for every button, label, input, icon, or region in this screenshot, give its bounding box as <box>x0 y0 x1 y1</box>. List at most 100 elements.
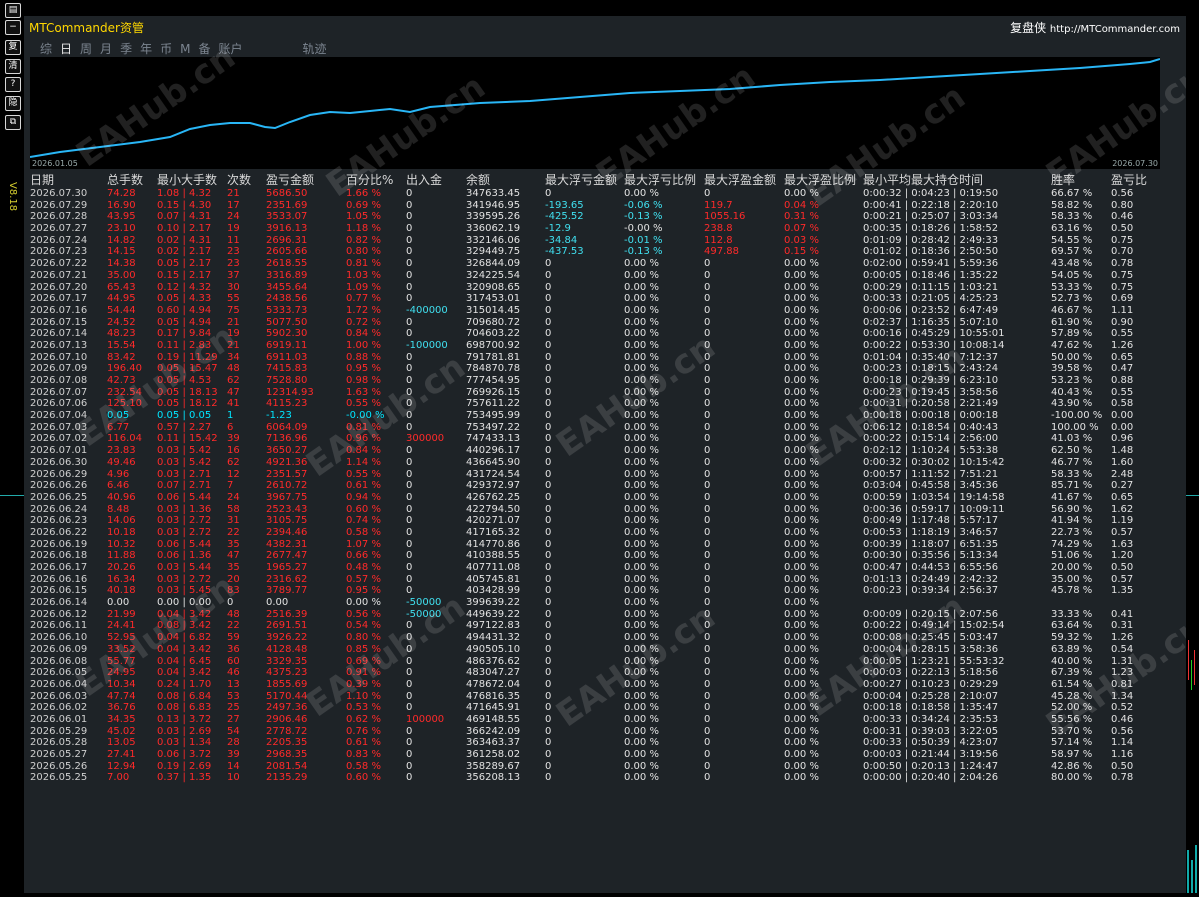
column-header[interactable]: 最大浮盈金额 <box>704 173 776 188</box>
table-row[interactable]: 2026.06.01 34.35 0.13 | 3.72 27 2906.46 0.62 … <box>30 714 1180 726</box>
column-header[interactable]: 余额 <box>466 173 490 188</box>
table-row[interactable]: 2026.07.06 125.10 0.05 | 18.12 41 4115.23 0.5… <box>30 398 1180 410</box>
table-row[interactable]: 2026.07.13 15.54 0.11 | 2.83 21 6919.11 1.00 … <box>30 340 1180 352</box>
column-header[interactable]: 总手数 <box>107 173 143 188</box>
column-header[interactable]: 盈亏金额 <box>266 173 314 188</box>
tab-7[interactable]: M <box>180 42 190 56</box>
minimize-icon[interactable]: − <box>5 20 21 35</box>
table-row[interactable]: 2026.07.30 74.28 1.08 | 4.32 21 5686.50 1.66 … <box>30 188 1180 200</box>
table-cell: 46 <box>227 667 240 679</box>
table-row[interactable]: 2026.06.02 36.76 0.08 | 6.83 25 2497.36 0.53 … <box>30 702 1180 714</box>
table-row[interactable]: 2026.06.08 55.77 0.04 | 6.45 60 3329.35 0.69 … <box>30 656 1180 668</box>
table-cell: 0 <box>545 410 552 422</box>
table-row[interactable]: 2026.07.23 14.15 0.02 | 2.17 23 2605.66 0.80 … <box>30 246 1180 258</box>
column-header[interactable]: 盈亏比 <box>1111 173 1147 188</box>
column-header[interactable]: 最小平均最大持仓时间 <box>863 173 983 188</box>
table-cell: 0.00 % <box>784 526 819 538</box>
table-row[interactable]: 2026.06.10 52.95 0.04 | 6.82 59 3926.22 0.80 … <box>30 632 1180 644</box>
table-row[interactable]: 2026.06.30 49.46 0.03 | 5.42 62 4921.36 1.14 … <box>30 457 1180 469</box>
tab-1[interactable]: 日 <box>60 40 72 57</box>
table-row[interactable]: 2026.07.22 14.38 0.05 | 2.17 23 2618.55 0.81 … <box>30 258 1180 270</box>
tab-9[interactable]: 账户 <box>218 40 242 57</box>
table-cell: 1.72 % <box>346 304 381 316</box>
table-row[interactable]: 2026.06.22 10.18 0.03 | 2.72 22 2394.46 0.58 … <box>30 527 1180 539</box>
column-header[interactable]: 最大浮亏比例 <box>624 173 696 188</box>
table-row[interactable]: 2026.06.18 11.88 0.06 | 1.36 47 2677.47 0.66 … <box>30 550 1180 562</box>
table-row[interactable]: 2026.06.17 20.26 0.03 | 5.44 35 1965.27 0.48 … <box>30 562 1180 574</box>
table-row[interactable]: 2026.05.26 12.94 0.19 | 2.69 14 2081.54 0.58 … <box>30 761 1180 773</box>
table-row[interactable]: 2026.06.25 40.96 0.06 | 5.44 24 3967.75 0.94 … <box>30 492 1180 504</box>
table-row[interactable]: 2026.07.09 196.40 0.05 | 15.47 48 7415.83 0.9… <box>30 363 1180 375</box>
table-cell: 33.52 <box>107 643 136 655</box>
table-cell: 21 <box>227 188 240 199</box>
review-icon[interactable]: 复 <box>5 40 21 55</box>
table-row[interactable]: 2026.07.10 83.42 0.19 | 11.29 34 6911.03 0.88… <box>30 352 1180 364</box>
table-cell: 28 <box>227 737 240 749</box>
table-row[interactable]: 2026.07.04 0.05 0.05 | 0.05 1 -1.23 -0.00 % 0 7… <box>30 410 1180 422</box>
table-cell: 0 <box>545 725 552 737</box>
table-row[interactable]: 2026.06.24 8.48 0.03 | 1.36 58 2523.43 0.60 %… <box>30 504 1180 516</box>
tab-5[interactable]: 年 <box>140 40 152 57</box>
table-row[interactable]: 2026.06.03 47.74 0.08 | 6.84 53 5170.44 1.10 … <box>30 691 1180 703</box>
table-row[interactable]: 2026.07.20 65.43 0.12 | 4.32 30 3455.64 1.09 … <box>30 282 1180 294</box>
table-cell: 486376.62 <box>466 655 521 667</box>
table-cell: 0:00:05 | 1:23:21 | 55:53:32 <box>863 655 1005 667</box>
table-row[interactable]: 2026.06.12 21.99 0.04 | 3.42 48 2516.39 0.56 … <box>30 609 1180 621</box>
table-row[interactable]: 2026.06.15 40.18 0.03 | 5.45 83 3789.77 0.95 … <box>30 585 1180 597</box>
column-header[interactable]: 出入金 <box>406 173 442 188</box>
table-row[interactable]: 2026.07.02 116.04 0.11 | 15.42 39 7136.96 0.9… <box>30 433 1180 445</box>
table-icon[interactable]: ▤ <box>5 3 21 18</box>
table-cell: 1.20 <box>1111 550 1134 562</box>
table-row[interactable]: 2026.07.14 48.23 0.17 | 9.84 19 5902.30 0.84 … <box>30 328 1180 340</box>
help-icon[interactable]: ? <box>5 77 21 92</box>
table-row[interactable]: 2026.06.29 4.96 0.03 | 2.71 12 2351.57 0.55 %… <box>30 469 1180 481</box>
table-row[interactable]: 2026.07.28 43.95 0.07 | 4.31 24 3533.07 1.05 … <box>30 211 1180 223</box>
hide-icon[interactable]: 隐 <box>5 96 21 111</box>
table-cell: 0 <box>406 316 413 328</box>
clear-icon[interactable]: 清 <box>5 59 21 74</box>
brand-label[interactable]: 复盘侠 http://MTCommander.com <box>1010 19 1180 36</box>
column-header[interactable]: 最大浮亏金额 <box>545 173 617 188</box>
table-cell: 0.00 % <box>784 678 819 690</box>
tab-8[interactable]: 备 <box>198 40 210 57</box>
table-row[interactable]: 2026.06.14 0.00 0.00 | 0.00 0 0.00 0.00 % -500… <box>30 597 1180 609</box>
table-row[interactable]: 2026.06.19 10.32 0.06 | 5.44 35 4382.31 1.07 … <box>30 539 1180 551</box>
tab-2[interactable]: 周 <box>80 40 92 57</box>
table-row[interactable]: 2026.07.21 35.00 0.15 | 2.17 37 3316.89 1.03 … <box>30 270 1180 282</box>
tab-10[interactable]: 轨迹 <box>303 40 327 57</box>
column-header[interactable]: 最小大手数 <box>157 173 217 188</box>
table-row[interactable]: 2026.07.07 232.54 0.05 | 18.13 47 12314.93 1.… <box>30 387 1180 399</box>
table-row[interactable]: 2026.07.16 54.44 0.60 | 4.94 75 5333.73 1.72 … <box>30 305 1180 317</box>
table-row[interactable]: 2026.07.15 24.52 0.05 | 4.94 21 5077.50 0.72 … <box>30 317 1180 329</box>
tab-3[interactable]: 月 <box>100 40 112 57</box>
column-header[interactable]: 日期 <box>30 173 54 188</box>
table-row[interactable]: 2026.06.05 24.95 0.04 | 3.42 46 4375.23 0.91 … <box>30 667 1180 679</box>
table-row[interactable]: 2026.06.04 10.34 0.24 | 1.70 13 1855.69 0.39 … <box>30 679 1180 691</box>
column-header[interactable]: 次数 <box>227 173 251 188</box>
table-row[interactable]: 2026.05.29 45.02 0.03 | 2.69 54 2778.72 0.76 … <box>30 726 1180 738</box>
table-row[interactable]: 2026.05.27 27.41 0.06 | 3.72 39 2968.35 0.83 … <box>30 749 1180 761</box>
table-row[interactable]: 2026.07.27 23.10 0.10 | 2.17 19 3916.13 1.18 … <box>30 223 1180 235</box>
table-row[interactable]: 2026.07.03 6.77 0.57 | 2.27 6 6064.09 0.81 % 0… <box>30 422 1180 434</box>
column-header[interactable]: 百分比% <box>346 173 393 188</box>
table-row[interactable]: 2026.07.29 16.90 0.15 | 4.30 17 2351.69 0.69 … <box>30 200 1180 212</box>
table-row[interactable]: 2026.07.17 44.95 0.05 | 4.33 55 2438.56 0.77 … <box>30 293 1180 305</box>
table-row[interactable]: 2026.07.24 14.82 0.02 | 4.31 11 2696.31 0.82 … <box>30 235 1180 247</box>
brand-url[interactable]: http://MTCommander.com <box>1050 24 1180 35</box>
tab-4[interactable]: 季 <box>120 40 132 57</box>
table-row[interactable]: 2026.06.09 33.52 0.04 | 3.42 36 4128.48 0.85 … <box>30 644 1180 656</box>
table-row[interactable]: 2026.05.25 7.00 0.37 | 1.35 10 2135.29 0.60 %… <box>30 772 1180 784</box>
window-icon[interactable]: ⧉ <box>5 115 21 130</box>
table-row[interactable]: 2026.06.16 16.34 0.03 | 2.72 20 2316.62 0.57 … <box>30 574 1180 586</box>
table-row[interactable]: 2026.06.26 6.46 0.07 | 2.71 7 2610.72 0.61 % 0… <box>30 480 1180 492</box>
table-row[interactable]: 2026.07.08 42.73 0.05 | 4.53 62 7528.80 0.98 … <box>30 375 1180 387</box>
column-header[interactable]: 最大浮盈比例 <box>784 173 856 188</box>
tab-0[interactable]: 综 <box>40 40 52 57</box>
table-cell: 12 <box>227 468 240 480</box>
table-row[interactable]: 2026.07.01 23.83 0.03 | 5.42 16 3650.27 0.84 … <box>30 445 1180 457</box>
table-row[interactable]: 2026.05.28 13.05 0.03 | 1.34 28 2205.35 0.61 … <box>30 737 1180 749</box>
tab-6[interactable]: 币 <box>160 40 172 57</box>
table-row[interactable]: 2026.06.23 14.06 0.03 | 2.72 31 3105.75 0.74 … <box>30 515 1180 527</box>
column-header[interactable]: 胜率 <box>1051 173 1075 188</box>
table-row[interactable]: 2026.06.11 24.41 0.08 | 3.42 22 2691.51 0.54 … <box>30 620 1180 632</box>
